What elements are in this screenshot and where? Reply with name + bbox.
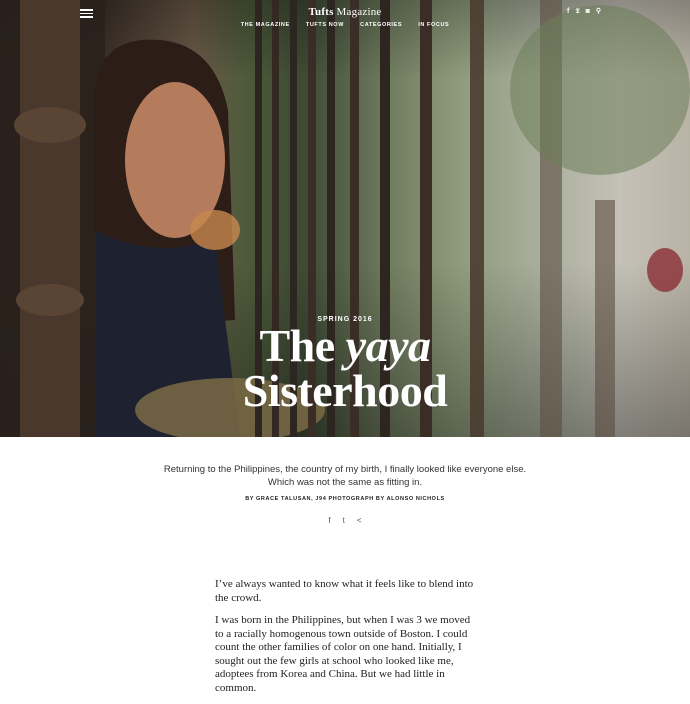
nav-the-magazine[interactable]: THE MAGAZINE — [241, 22, 290, 28]
social-links: f 𝕿 ◙ ⚲ — [567, 8, 601, 16]
flowers — [190, 210, 240, 250]
instagram-icon[interactable]: ◙ — [586, 8, 590, 16]
byline: BY GRACE TALUSAN, J94 PHOTOGRAPH BY ALON… — [245, 496, 445, 502]
hero-image: Tufts Magazine THE MAGAZINE TUFTS NOW CA… — [0, 0, 690, 437]
paragraph: I’ve always wanted to know what it feels… — [215, 578, 474, 604]
article-title-line2: Sisterhood — [242, 365, 448, 416]
wood-post-turning — [16, 284, 84, 316]
main-nav: THE MAGAZINE TUFTS NOW CATEGORIES IN FOC… — [0, 22, 690, 28]
share-bar: f t < — [0, 516, 690, 525]
article-dek: Returning to the Philippines, the countr… — [163, 464, 527, 488]
article-body: I’ve always wanted to know what it feels… — [215, 578, 477, 704]
nav-in-focus[interactable]: IN FOCUS — [418, 22, 449, 28]
wood-post-turning — [14, 107, 86, 143]
twitter-icon[interactable]: 𝕿 — [575, 8, 579, 16]
share-icon[interactable]: < — [357, 516, 362, 525]
facebook-icon[interactable]: f — [567, 8, 569, 16]
nav-categories[interactable]: CATEGORIES — [360, 22, 402, 28]
article-title-line1: The yaya — [259, 320, 431, 371]
motorbike — [647, 248, 683, 292]
paragraph: I was born in the Philippines, but when … — [215, 614, 471, 694]
search-icon[interactable]: ⚲ — [596, 8, 601, 16]
twitter-share-icon[interactable]: t — [343, 516, 345, 525]
nav-tufts-now[interactable]: TUFTS NOW — [306, 22, 344, 28]
facebook-share-icon[interactable]: f — [328, 516, 330, 525]
top-navigation: Tufts Magazine THE MAGAZINE TUFTS NOW CA… — [0, 0, 690, 40]
